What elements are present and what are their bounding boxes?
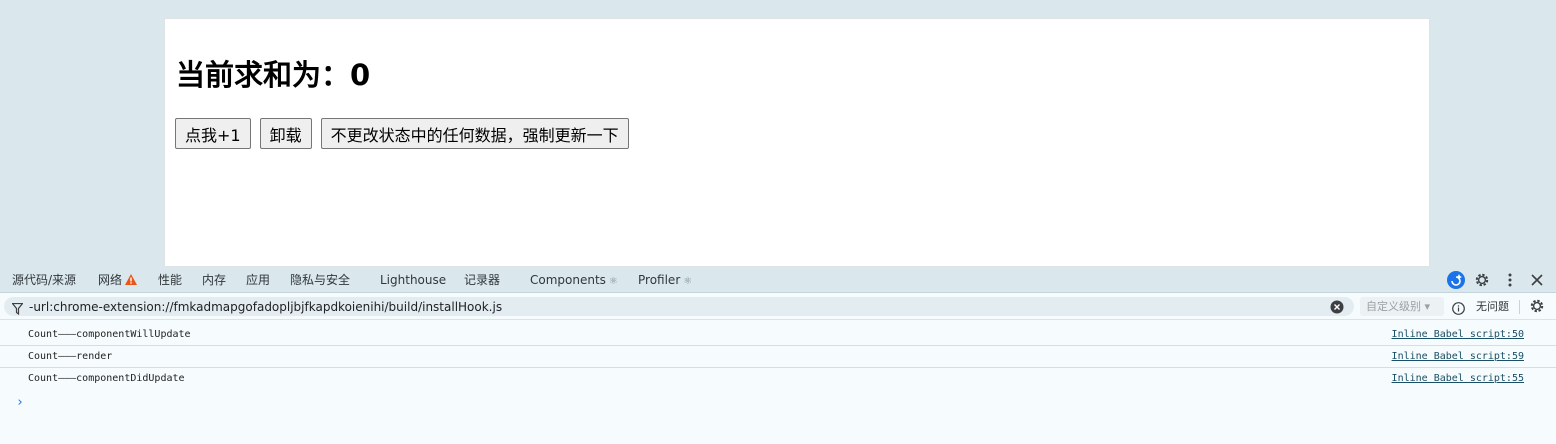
tab-lighthouse-label: Lighthouse — [380, 273, 447, 287]
tab-components[interactable]: Components ⚛ — [530, 267, 618, 293]
log-message: Count———componentDidUpdate — [28, 373, 185, 384]
tab-recorder-label: 记录器 — [464, 273, 501, 287]
console-filter-bar: 自定义级别 ▾ 无问题 — [0, 294, 1556, 320]
log-source-link[interactable]: Inline Babel script:55 — [1392, 373, 1524, 384]
tab-sources-label: 源代码/来源 — [12, 273, 77, 287]
tab-application[interactable]: 应用 — [246, 267, 270, 293]
issues-count[interactable]: 无问题 — [1476, 297, 1509, 316]
clear-circle-icon[interactable] — [1330, 299, 1344, 318]
log-message: Count———render — [28, 351, 113, 362]
toolbar-divider — [1519, 300, 1520, 314]
devtools-tab-bar: 源代码/来源 网络 性能 内存 应用 隐私与安全 Lighthouse 记录器 … — [0, 267, 1556, 293]
console-log-row: Count———componentDidUpdate Inline Babel … — [0, 368, 1556, 390]
close-icon[interactable] — [1527, 270, 1547, 290]
button-row: 点我+1 卸载 不更改状态中的任何数据，强制更新一下 — [175, 118, 638, 149]
tab-network[interactable]: 网络 — [98, 267, 138, 294]
log-source-link[interactable]: Inline Babel script:59 — [1392, 351, 1524, 362]
log-level-select[interactable]: 自定义级别 ▾ — [1360, 297, 1444, 316]
sum-heading: 当前求和为：0 — [176, 58, 371, 92]
console-prompt-chevron[interactable]: › — [16, 395, 24, 410]
more-vertical-icon[interactable] — [1500, 270, 1520, 290]
tab-profiler-label: Profiler — [638, 273, 681, 287]
unmount-button[interactable]: 卸载 — [259, 118, 312, 149]
console-filter-input[interactable] — [29, 297, 1319, 316]
log-message: Count———componentWillUpdate — [28, 329, 191, 340]
tab-memory-label: 内存 — [202, 273, 227, 287]
tab-performance[interactable]: 性能 — [158, 267, 182, 293]
page-viewport: 当前求和为：0 点我+1 卸载 不更改状态中的任何数据，强制更新一下 — [164, 18, 1430, 267]
tab-lighthouse[interactable]: Lighthouse — [380, 267, 446, 293]
tab-sources[interactable]: 源代码/来源 — [12, 267, 76, 293]
increment-button[interactable]: 点我+1 — [175, 118, 251, 149]
console-settings-gear-icon[interactable] — [1527, 296, 1547, 316]
tab-memory[interactable]: 内存 — [202, 267, 226, 293]
ai-assist-icon[interactable] — [1446, 270, 1466, 290]
devtools-panel: 源代码/来源 网络 性能 内存 应用 隐私与安全 Lighthouse 记录器 … — [0, 267, 1556, 444]
warning-triangle-icon — [125, 268, 138, 294]
log-source-link[interactable]: Inline Babel script:50 — [1392, 329, 1524, 340]
tab-components-label: Components — [530, 273, 606, 287]
react-icon: ⚛ — [608, 276, 618, 287]
force-update-button[interactable]: 不更改状态中的任何数据，强制更新一下 — [320, 118, 629, 149]
tab-application-label: 应用 — [246, 273, 271, 287]
info-icon — [1452, 300, 1465, 319]
tab-performance-label: 性能 — [158, 273, 183, 287]
tab-recorder[interactable]: 记录器 — [464, 267, 500, 293]
filter-box — [4, 297, 1354, 316]
console-log-row: Count———componentWillUpdate Inline Babel… — [0, 324, 1556, 346]
tab-profiler[interactable]: Profiler ⚛ — [638, 267, 692, 293]
tab-privacy-label: 隐私与安全 — [290, 273, 351, 287]
filter-icon — [11, 300, 24, 319]
console-log-row: Count———render Inline Babel script:59 — [0, 346, 1556, 368]
gear-icon[interactable] — [1472, 270, 1492, 290]
react-icon: ⚛ — [683, 276, 693, 287]
tab-network-label: 网络 — [98, 273, 123, 287]
tab-privacy-security[interactable]: 隐私与安全 — [290, 267, 350, 293]
